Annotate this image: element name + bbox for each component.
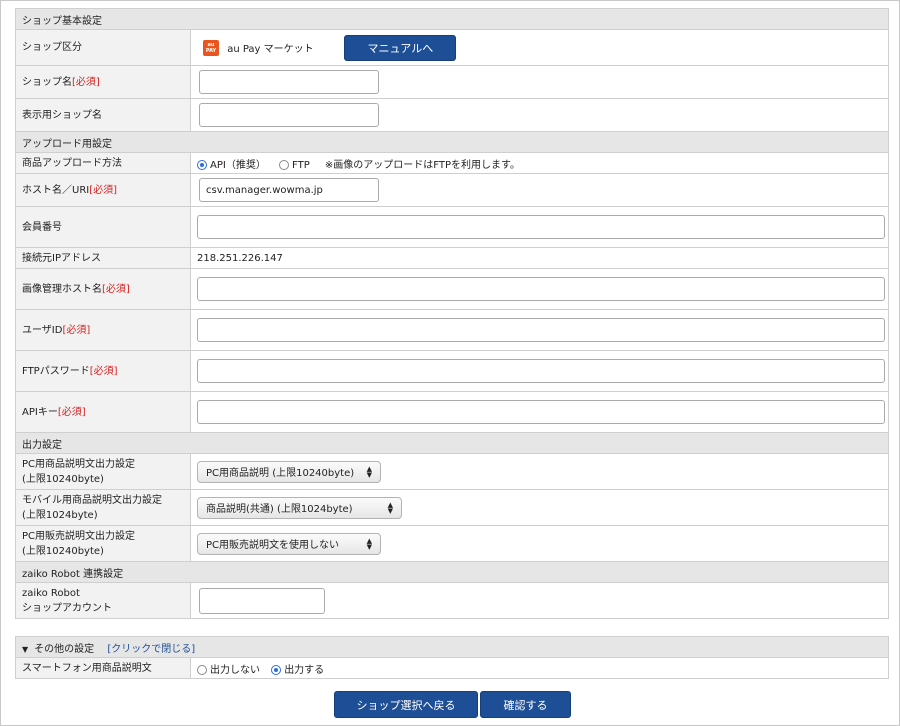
section-upload: アップロード用設定: [15, 131, 889, 153]
select-arrows-icon: ▲ ▼: [387, 500, 393, 515]
upload-method-cell: API（推奨） FTP ※画像のアップロードはFTPを利用します。: [190, 152, 889, 174]
row-display-shop-name: 表示用ショップ名: [15, 98, 889, 132]
upload-method-label: 商品アップロード方法: [15, 152, 191, 174]
section-title: その他の設定: [34, 643, 95, 655]
radio-icon[interactable]: [197, 159, 207, 170]
row-upload-method: 商品アップロード方法 API（推奨） FTP ※画像のアップロードはFTPを利用…: [15, 152, 889, 174]
pc-sales-select[interactable]: PC用販売説明文を使用しない ▲ ▼: [197, 532, 381, 555]
row-api-key: APIキー[必須]: [15, 391, 889, 433]
mobile-desc-select[interactable]: 商品説明(共通) (上限1024byte) ▲ ▼: [197, 496, 402, 519]
au-pay-logo-icon: au PAY: [203, 39, 219, 56]
section-output: 出力設定: [15, 432, 889, 454]
required-mark: [必須]: [89, 365, 118, 377]
pc-sales-label: PC用販売説明文出力設定 (上限10240byte): [15, 525, 191, 562]
required-mark: [必須]: [62, 324, 91, 336]
host-label: ホスト名／URI[必須]: [15, 173, 191, 207]
required-mark: [必須]: [102, 283, 130, 295]
user-id-label: ユーザID[必須]: [15, 309, 191, 351]
ip-value: 218.251.226.147: [190, 247, 889, 269]
mobile-desc-label: モバイル用商品説明文出力設定 (上限1024byte): [15, 489, 191, 526]
shop-name-input[interactable]: [199, 70, 379, 94]
select-arrows-icon: ▲ ▼: [366, 536, 372, 551]
member-no-input[interactable]: [197, 215, 885, 239]
row-mobile-desc: モバイル用商品説明文出力設定 (上限1024byte) 商品説明(共通) (上限1…: [15, 489, 889, 526]
zaiko-account-input[interactable]: [199, 587, 325, 614]
radio-icon[interactable]: [197, 664, 207, 675]
section-title: アップロード用設定: [15, 131, 889, 153]
manual-button[interactable]: マニュアルへ: [344, 34, 457, 61]
host-input[interactable]: [199, 178, 379, 202]
back-to-shop-select-button[interactable]: ショップ選択へ戻る: [334, 691, 478, 718]
smartphone-label: スマートフォン用商品説明文: [15, 657, 191, 679]
row-shop-type: ショップ区分 au PAY au Pay マーケット マニュアルへ: [15, 29, 889, 66]
radio-output[interactable]: 出力する: [271, 664, 324, 676]
pc-desc-label: PC用商品説明文出力設定 (上限10240byte): [15, 453, 191, 490]
shop-type-value: au Pay マーケット: [227, 44, 314, 55]
radio-no-output[interactable]: 出力しない: [197, 664, 260, 676]
required-mark: [必須]: [72, 76, 100, 88]
other-settings-table: ▼ その他の設定 [クリックで閉じる] スマートフォン用商品説明文 出力しない 出…: [15, 636, 889, 679]
row-smartphone: スマートフォン用商品説明文 出力しない 出力する: [15, 657, 889, 679]
row-ip: 接続元IPアドレス 218.251.226.147: [15, 247, 889, 269]
shop-type-cell: au PAY au Pay マーケット マニュアルへ: [190, 29, 889, 66]
upload-note: ※画像のアップロードはFTPを利用します。: [324, 159, 521, 171]
row-member-no: 会員番号: [15, 206, 889, 248]
toggle-close-link[interactable]: [クリックで閉じる]: [107, 644, 195, 655]
required-mark: [必須]: [57, 406, 86, 418]
display-shop-name-label: 表示用ショップ名: [15, 98, 191, 132]
required-mark: [必須]: [89, 184, 118, 196]
settings-form-table: ショップ基本設定 ショップ区分 au PAY au Pay マーケット マニュアル…: [15, 8, 889, 619]
radio-api[interactable]: API（推奨）: [197, 159, 266, 171]
ip-label: 接続元IPアドレス: [15, 247, 191, 269]
row-shop-name: ショップ名[必須]: [15, 65, 889, 99]
section-basic: ショップ基本設定: [15, 8, 889, 30]
pc-desc-select[interactable]: PC用商品説明 (上限10240byte) ▲ ▼: [197, 460, 381, 483]
collapse-triangle-icon[interactable]: ▼: [22, 645, 28, 654]
display-shop-name-input[interactable]: [199, 103, 379, 127]
shop-name-label: ショップ名[必須]: [15, 65, 191, 99]
user-id-input[interactable]: [197, 318, 885, 342]
shop-type-label: ショップ区分: [15, 29, 191, 66]
image-host-label: 画像管理ホスト名[必須]: [15, 268, 191, 310]
confirm-button[interactable]: 確認する: [480, 691, 571, 718]
row-pc-desc: PC用商品説明文出力設定 (上限10240byte) PC用商品説明 (上限102…: [15, 453, 889, 490]
zaiko-account-label: zaiko Robot ショップアカウント: [15, 582, 191, 619]
section-title: ショップ基本設定: [15, 8, 889, 30]
radio-icon[interactable]: [279, 159, 290, 170]
other-section-header: ▼ その他の設定 [クリックで閉じる]: [15, 636, 889, 658]
ftp-password-label: FTPパスワード[必須]: [15, 350, 191, 392]
select-arrows-icon: ▲ ▼: [366, 464, 372, 479]
api-key-label: APIキー[必須]: [15, 391, 191, 433]
smartphone-cell: 出力しない 出力する: [190, 657, 889, 679]
row-user-id: ユーザID[必須]: [15, 309, 889, 351]
radio-icon[interactable]: [271, 664, 282, 675]
ftp-password-input[interactable]: [197, 359, 885, 383]
section-title: 出力設定: [15, 432, 889, 454]
row-ftp-password: FTPパスワード[必須]: [15, 350, 889, 392]
member-no-label: 会員番号: [15, 206, 191, 248]
row-zaiko-account: zaiko Robot ショップアカウント: [15, 582, 889, 619]
section-zaiko: zaiko Robot 連携設定: [15, 561, 889, 583]
section-other: ▼ その他の設定 [クリックで閉じる]: [15, 636, 889, 658]
row-host: ホスト名／URI[必須]: [15, 173, 889, 207]
api-key-input[interactable]: [197, 400, 885, 424]
radio-ftp[interactable]: FTP: [279, 159, 310, 171]
row-image-host: 画像管理ホスト名[必須]: [15, 268, 889, 310]
row-pc-sales: PC用販売説明文出力設定 (上限10240byte) PC用販売説明文を使用しない…: [15, 525, 889, 562]
section-title: zaiko Robot 連携設定: [15, 561, 889, 583]
image-host-input[interactable]: [197, 277, 885, 301]
